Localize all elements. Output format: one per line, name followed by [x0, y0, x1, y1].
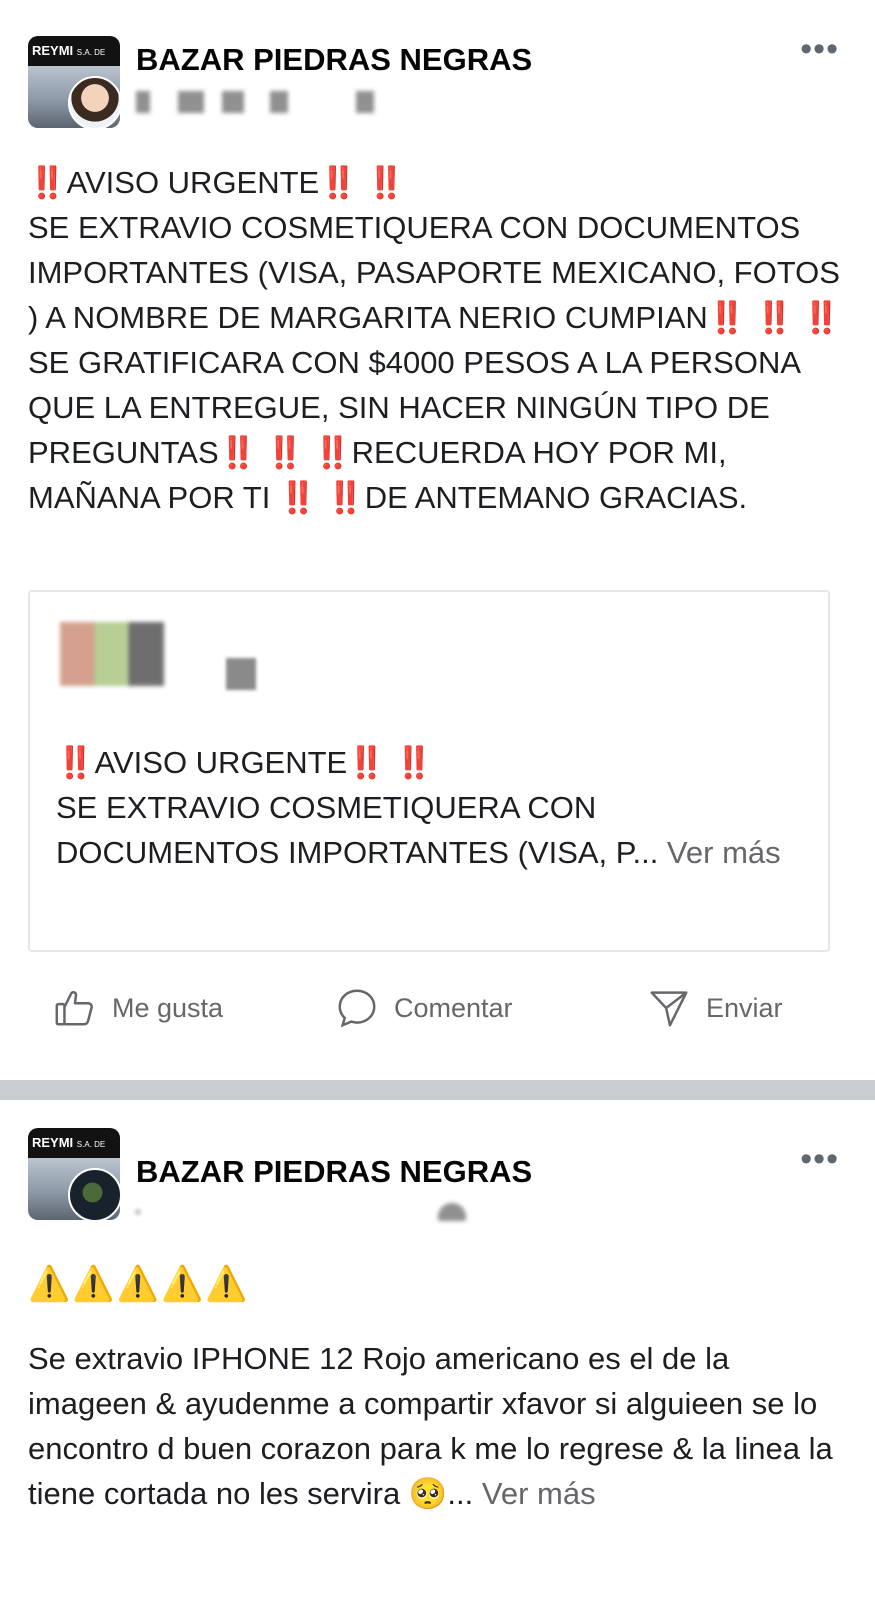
more-options-icon[interactable]: •••	[800, 30, 839, 69]
send-label: Enviar	[706, 992, 783, 1023]
like-label: Me gusta	[112, 992, 224, 1023]
comment-button[interactable]: Comentar	[334, 985, 513, 1031]
post-body-text: Se extravio IPHONE 12 Rojo americano es …	[28, 1341, 842, 1511]
warning-icon: ⚠️⚠️⚠️⚠️⚠️	[28, 1265, 250, 1303]
comment-label: Comentar	[394, 992, 513, 1023]
more-options-icon[interactable]: •••	[800, 1140, 839, 1179]
post-meta-redacted	[136, 1198, 466, 1226]
send-button[interactable]: Enviar	[646, 985, 783, 1031]
page-avatar[interactable]: REYMI S.A. DE C.V.	[28, 36, 120, 128]
profile-photo	[68, 76, 120, 128]
feed-separator	[0, 1080, 875, 1100]
page-name[interactable]: BAZAR PIEDRAS NEGRAS	[136, 1154, 532, 1190]
post-2: REYMI S.A. DE C.V. BAZAR PIEDRAS NEGRAS …	[0, 1100, 875, 1620]
page-avatar[interactable]: REYMI S.A. DE C.V.	[28, 1128, 120, 1220]
see-more-link[interactable]: Ver más	[658, 835, 781, 870]
thumbs-up-icon	[55, 991, 93, 1026]
like-button[interactable]: Me gusta	[52, 985, 223, 1031]
post-body-text: ‼️AVISO URGENTE‼️ ‼️ SE EXTRAVIO COSMETI…	[28, 165, 841, 515]
page-name[interactable]: BAZAR PIEDRAS NEGRAS	[136, 42, 532, 78]
shared-post-card[interactable]: ‼️AVISO URGENTE‼️ ‼️ SE EXTRAVIO COSMETI…	[28, 590, 830, 952]
shared-meta-redacted	[226, 658, 256, 690]
shared-author-avatar-redacted	[60, 622, 164, 686]
profile-photo	[68, 1168, 120, 1220]
post-1: REYMI S.A. DE C.V. BAZAR PIEDRAS NEGRAS …	[0, 0, 875, 1080]
send-icon	[650, 991, 688, 1027]
post-actions-bar: Me gusta Comentar Enviar	[0, 978, 875, 1038]
comment-bubble-icon	[338, 989, 376, 1028]
post-meta-redacted	[136, 88, 374, 116]
avatar-brand-text: REYMI	[32, 1135, 74, 1150]
see-more-link[interactable]: Ver más	[473, 1476, 596, 1511]
avatar-brand-text: REYMI	[32, 43, 74, 58]
shared-post-text: ‼️AVISO URGENTE‼️ ‼️ SE EXTRAVIO COSMETI…	[56, 745, 659, 870]
